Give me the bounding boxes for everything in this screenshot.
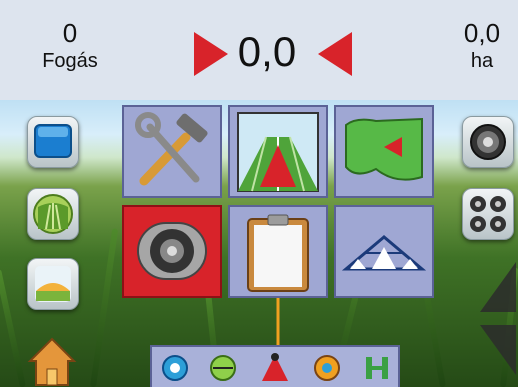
- speed-readout: 0,0: [180, 22, 352, 82]
- camera-button[interactable]: [462, 116, 514, 168]
- align-icon[interactable]: [208, 353, 238, 383]
- horizon-view-icon: [35, 266, 71, 302]
- guidance-marker-icon[interactable]: [260, 353, 290, 383]
- scroll-up-button[interactable]: [476, 262, 516, 312]
- video-camera-tile[interactable]: [122, 205, 222, 298]
- scroll-down-icon: [480, 325, 516, 375]
- field-map-icon: [345, 117, 423, 181]
- blank-screen-button[interactable]: [27, 116, 79, 168]
- guidance-icon: [237, 112, 319, 192]
- passes-value: 0: [62, 18, 78, 48]
- video-camera-icon: [137, 222, 207, 280]
- scroll-down-button[interactable]: [476, 325, 516, 375]
- boom-section-icon[interactable]: [362, 353, 392, 383]
- tilt-steer-icon[interactable]: [160, 353, 190, 383]
- selection-connector: [276, 298, 280, 348]
- guidance-tile[interactable]: [228, 105, 328, 198]
- sprayer-boom-tile[interactable]: [334, 205, 434, 298]
- field-view-icon: [33, 194, 73, 234]
- home-button[interactable]: [27, 335, 77, 387]
- blank-screen-icon: [34, 124, 72, 158]
- passes-label: Fogás: [42, 50, 98, 72]
- area-unit: ha: [470, 50, 494, 72]
- area-value: 0,0: [463, 18, 501, 48]
- tools-tile[interactable]: [122, 105, 222, 198]
- four-camera-button[interactable]: [462, 188, 514, 240]
- four-camera-icon: [470, 196, 506, 232]
- bottom-toolbar: [150, 345, 400, 387]
- home-icon: [27, 337, 77, 386]
- scroll-up-icon: [480, 262, 516, 312]
- sprayer-boom-icon: [341, 235, 427, 271]
- report-clipboard-icon: [247, 214, 309, 292]
- left-pointing-arrow-icon: [318, 32, 352, 76]
- tools-icon: [135, 112, 208, 186]
- passes-stat: 0 Fogás: [40, 18, 100, 74]
- status-bar: 0 Fogás 0,0 0,0 ha: [0, 0, 518, 100]
- report-tile[interactable]: [228, 205, 328, 298]
- camera-icon: [470, 124, 506, 160]
- nav-icon[interactable]: [312, 353, 342, 383]
- area-stat: 0,0 ha: [452, 18, 512, 74]
- horizon-view-button[interactable]: [27, 258, 79, 310]
- field-map-tile[interactable]: [334, 105, 434, 198]
- speed-value: 0,0: [237, 28, 297, 75]
- field-view-button[interactable]: [27, 188, 79, 240]
